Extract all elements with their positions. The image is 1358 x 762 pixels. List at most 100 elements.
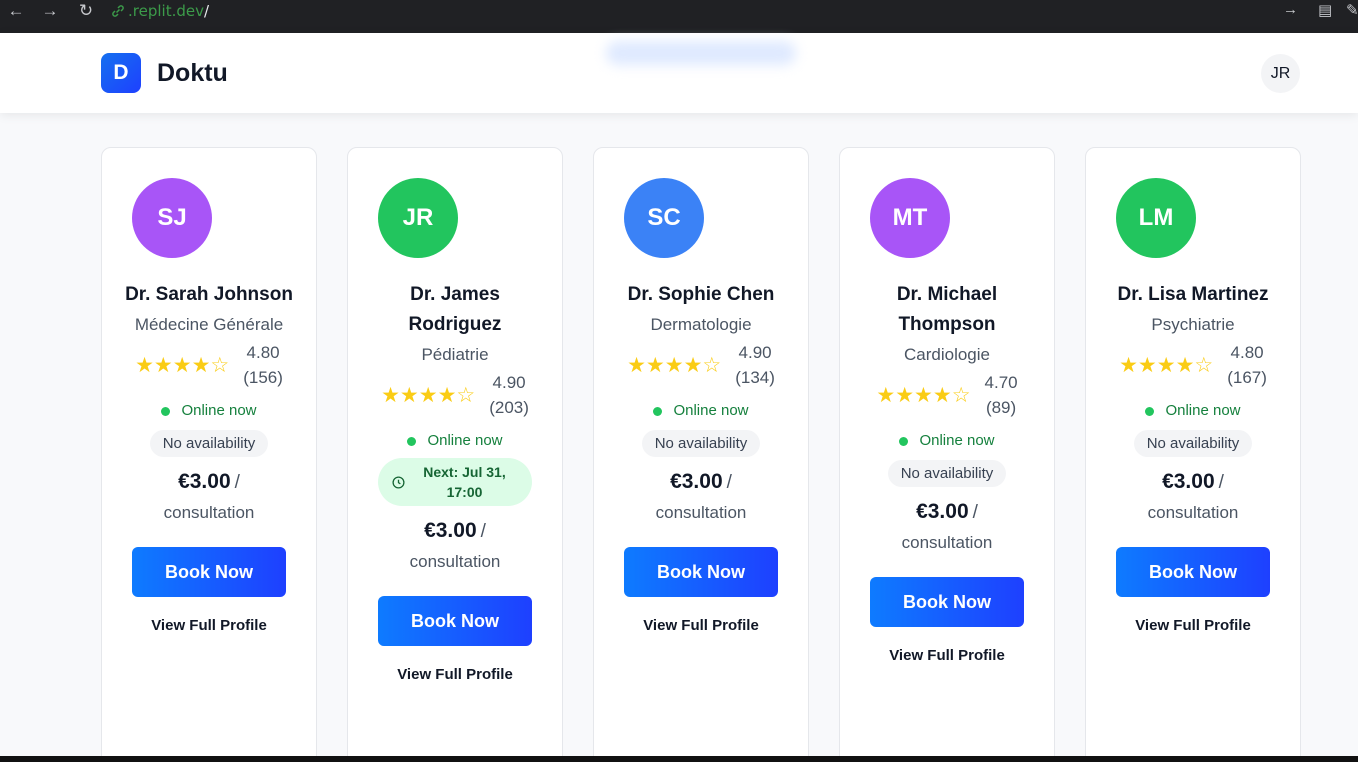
doctor-card: SJ Dr. Sarah Johnson Médecine Générale ★★★★… [101,147,317,762]
star-empty-icon: ☆ [1194,353,1214,377]
doctor-avatar[interactable]: SC [624,178,704,258]
online-label: Online now [427,432,503,449]
doctor-name[interactable]: Dr. James Rodriguez [348,280,562,340]
doctor-avatar[interactable]: LM [1116,178,1196,258]
doctor-name[interactable]: Dr. Sophie Chen [594,280,808,310]
online-status: Online now [102,399,316,423]
next-slot-badge[interactable]: Next: Jul 31, 17:00 [378,458,532,506]
price-amount: €3.00 [1162,470,1215,493]
doctor-name[interactable]: Dr. Michael Thompson [840,280,1054,340]
online-label: Online now [1165,402,1241,419]
link-icon [112,5,124,17]
rating-value: 4.80 [1230,343,1264,362]
review-count: (203) [489,398,529,417]
doctor-specialty: Dermatologie [650,315,752,334]
price-separator: / [234,472,240,493]
availability-badge: No availability [1133,430,1253,457]
back-icon[interactable]: ← [4,0,28,24]
doctor-avatar[interactable]: MT [870,178,950,258]
price-unit: consultation [655,503,747,522]
user-avatar-button[interactable]: JR [1261,54,1300,93]
doctor-name[interactable]: Dr. Lisa Martinez [1086,280,1300,310]
price-amount: €3.00 [916,500,969,523]
book-now-button[interactable]: Book Now [870,577,1024,627]
star-filled-icon: ★ [437,383,457,407]
view-profile-link[interactable]: View Full Profile [840,646,1054,666]
online-label: Online now [181,402,257,419]
doctor-specialty: Pédiatrie [421,345,489,364]
doctor-specialty: Cardiologie [904,345,990,364]
star-filled-icon: ★ [135,353,154,377]
star-filled-icon: ★ [876,383,896,407]
price-amount: €3.00 [424,519,477,542]
price-separator: / [1218,472,1224,493]
doctor-name[interactable]: Dr. Sarah Johnson [102,280,316,310]
doctor-card: SC Dr. Sophie Chen Dermatologie ★★★★☆ 4.90 (1… [593,147,809,762]
price-unit: consultation [1147,503,1239,522]
review-count: (134) [735,368,775,387]
share-icon[interactable]: → [1283,1,1298,18]
online-label: Online now [919,432,995,449]
book-now-button[interactable]: Book Now [378,596,532,646]
reload-icon[interactable]: ↻ [74,0,98,24]
price-separator: / [972,502,978,523]
online-dot-icon [899,436,909,446]
doctor-avatar[interactable]: SJ [132,178,212,258]
star-empty-icon: ☆ [702,353,722,377]
star-filled-icon: ★ [627,353,646,377]
forward-icon[interactable]: → [38,0,62,24]
view-profile-link[interactable]: View Full Profile [348,665,562,685]
doctor-avatar[interactable]: JR [378,178,458,258]
pen-icon[interactable]: ✎ [1346,1,1358,19]
brand-name[interactable]: Doktu [157,59,228,88]
blurred-banner [606,41,796,65]
star-filled-icon: ★ [1137,353,1157,377]
online-dot-icon [407,436,417,446]
online-label: Online now [673,402,749,419]
rating: ★★★★☆ 4.80 (156) [102,340,316,390]
price: €3.00/ [348,516,562,547]
online-status: Online now [594,399,808,423]
view-profile-link[interactable]: View Full Profile [594,616,808,636]
star-rating-icon: ★★★★☆ [627,355,721,376]
price-separator: / [726,472,732,493]
price-unit: consultation [163,503,255,522]
price: €3.00/ [1086,467,1300,498]
rating-value: 4.90 [492,373,526,392]
star-filled-icon: ★ [153,353,173,377]
star-rating-icon: ★★★★☆ [381,385,475,406]
rating: ★★★★☆ 4.90 (134) [594,340,808,390]
availability-badge: No availability [887,460,1007,487]
star-filled-icon: ★ [914,383,933,407]
star-filled-icon: ★ [1119,353,1138,377]
view-profile-link[interactable]: View Full Profile [102,616,316,636]
rating: ★★★★☆ 4.90 (203) [348,370,562,420]
star-empty-icon: ☆ [456,383,476,407]
price-unit: consultation [409,552,501,571]
address-bar[interactable]: .replit.dev/ [128,2,209,20]
price-unit: consultation [901,533,993,552]
star-filled-icon: ★ [191,353,211,377]
rating: ★★★★☆ 4.80 (167) [1086,340,1300,390]
doctor-specialty: Médecine Générale [134,315,284,334]
online-dot-icon [1145,406,1155,416]
view-profile-link[interactable]: View Full Profile [1086,616,1300,636]
book-now-button[interactable]: Book Now [624,547,778,597]
logo-icon[interactable]: D [101,53,141,93]
price-separator: / [480,521,486,542]
online-dot-icon [653,406,663,416]
rating-value: 4.90 [738,343,772,362]
review-count: (89) [985,398,1017,417]
doctor-card: LM Dr. Lisa Martinez Psychiatrie ★★★★☆ 4.80(… [1085,147,1301,762]
online-status: Online now [840,429,1054,453]
price: €3.00/ [102,467,316,498]
desktop-icon[interactable]: ▤ [1318,1,1332,19]
doctor-specialty: Psychiatrie [1151,315,1235,334]
doctor-card: MT Dr. Michael Thompson Cardiologie ★★★★☆ 4.… [839,147,1055,762]
online-status: Online now [348,429,562,453]
next-slot-text: Next: Jul 31, 17:00 [423,464,506,500]
book-now-button[interactable]: Book Now [132,547,286,597]
book-now-button[interactable]: Book Now [1116,547,1270,597]
app-header: D Doktu JR [0,33,1358,113]
star-empty-icon: ☆ [210,353,230,377]
